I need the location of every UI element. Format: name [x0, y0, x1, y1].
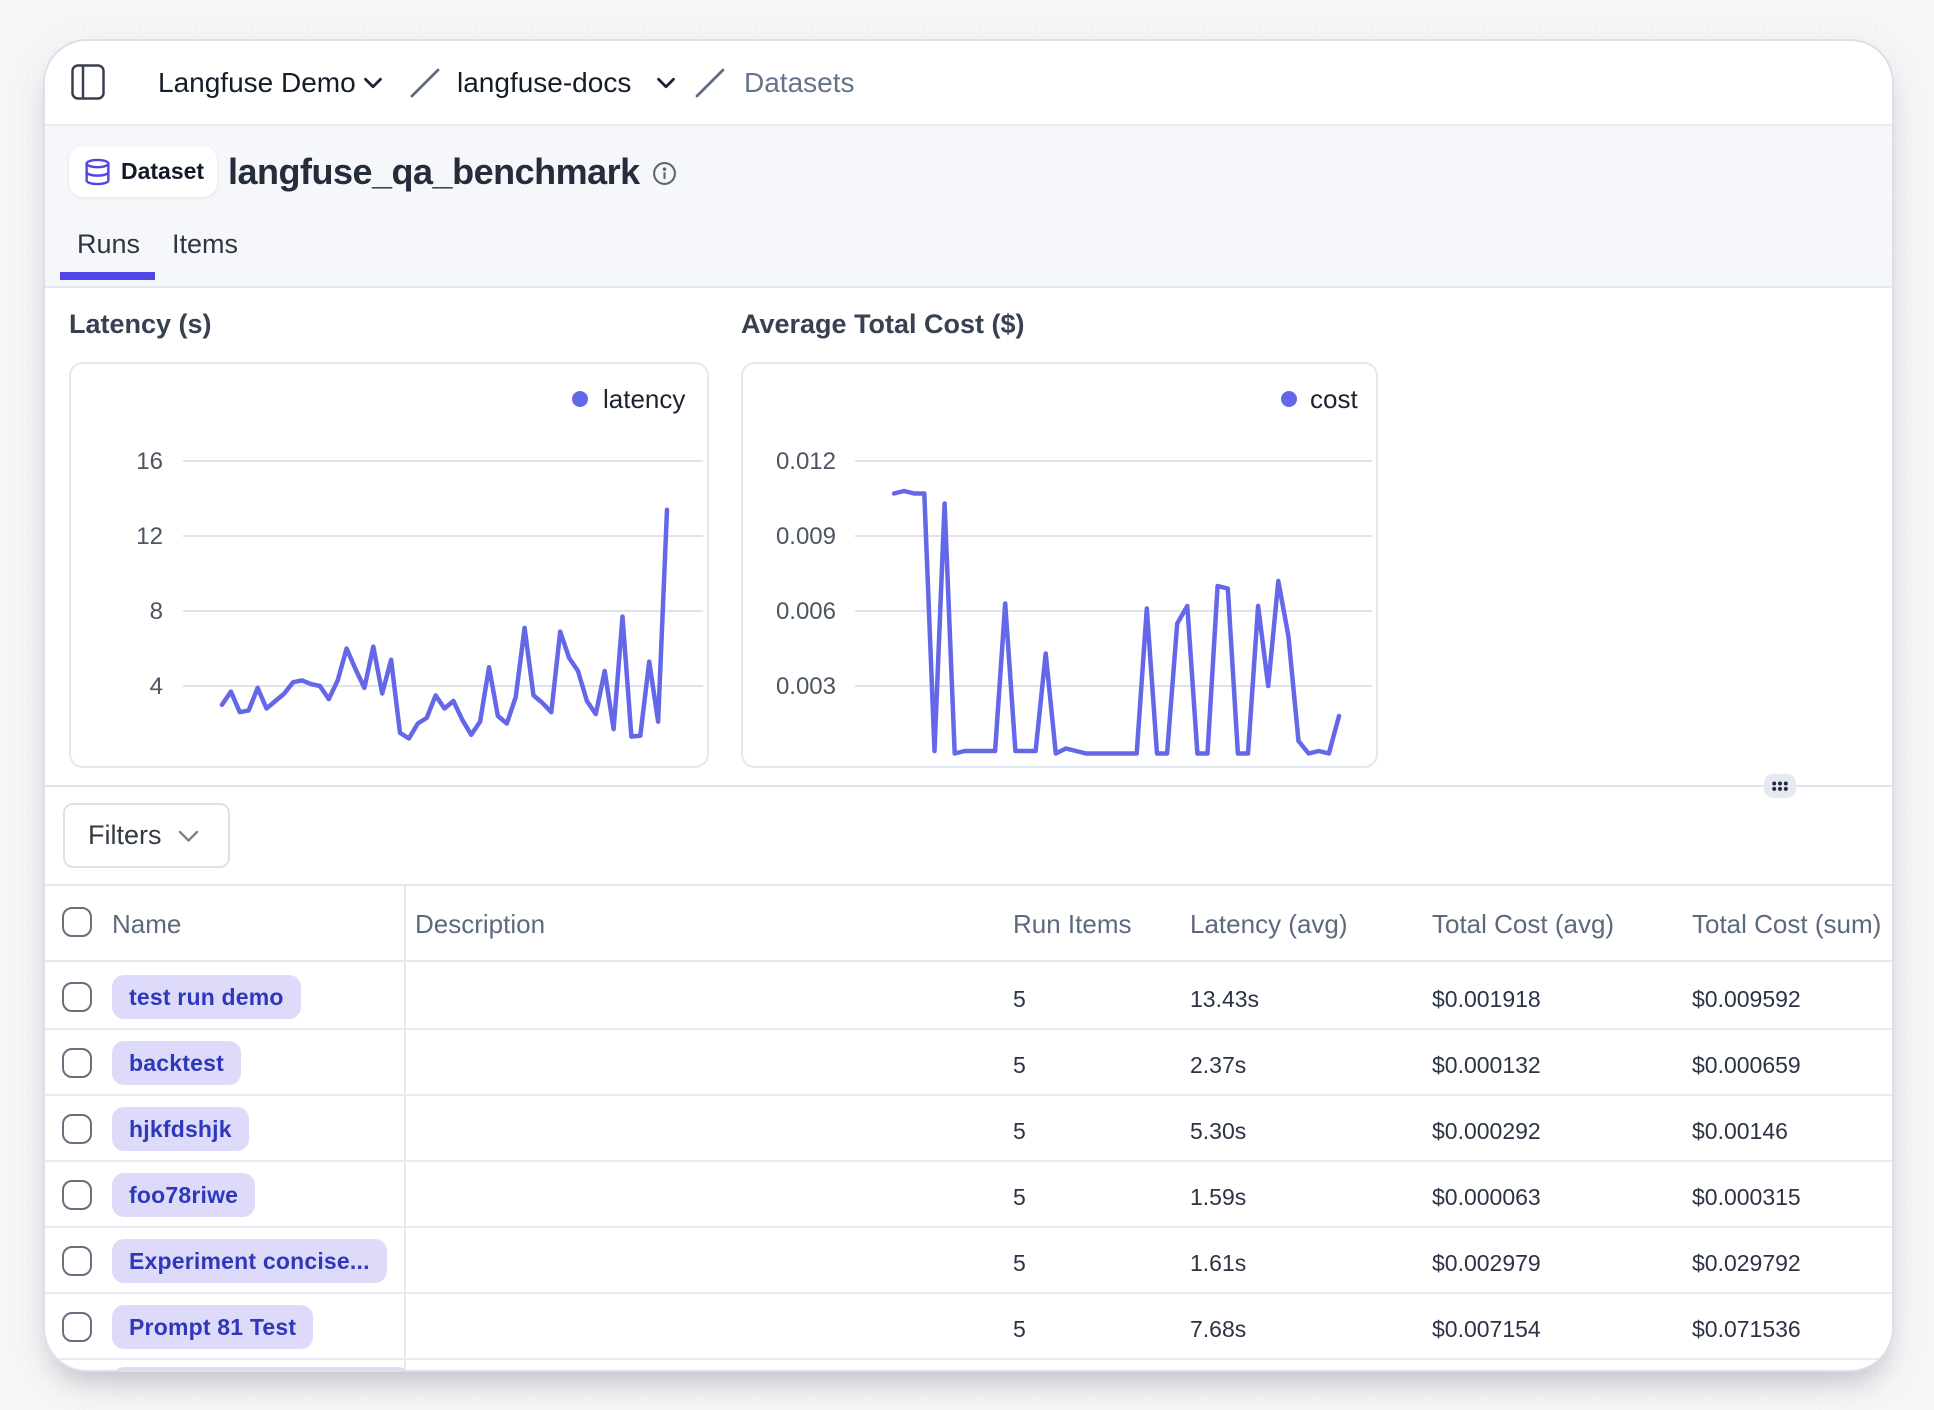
svg-text:0.006: 0.006 [776, 598, 836, 625]
svg-text:0.012: 0.012 [776, 448, 836, 475]
svg-text:16: 16 [136, 448, 163, 475]
svg-text:4: 4 [150, 673, 163, 700]
svg-text:cost: cost [1310, 384, 1358, 414]
svg-text:latency: latency [603, 384, 685, 414]
svg-text:12: 12 [136, 523, 163, 550]
svg-text:0.003: 0.003 [776, 673, 836, 700]
svg-text:8: 8 [150, 598, 163, 625]
svg-text:0.009: 0.009 [776, 523, 836, 550]
